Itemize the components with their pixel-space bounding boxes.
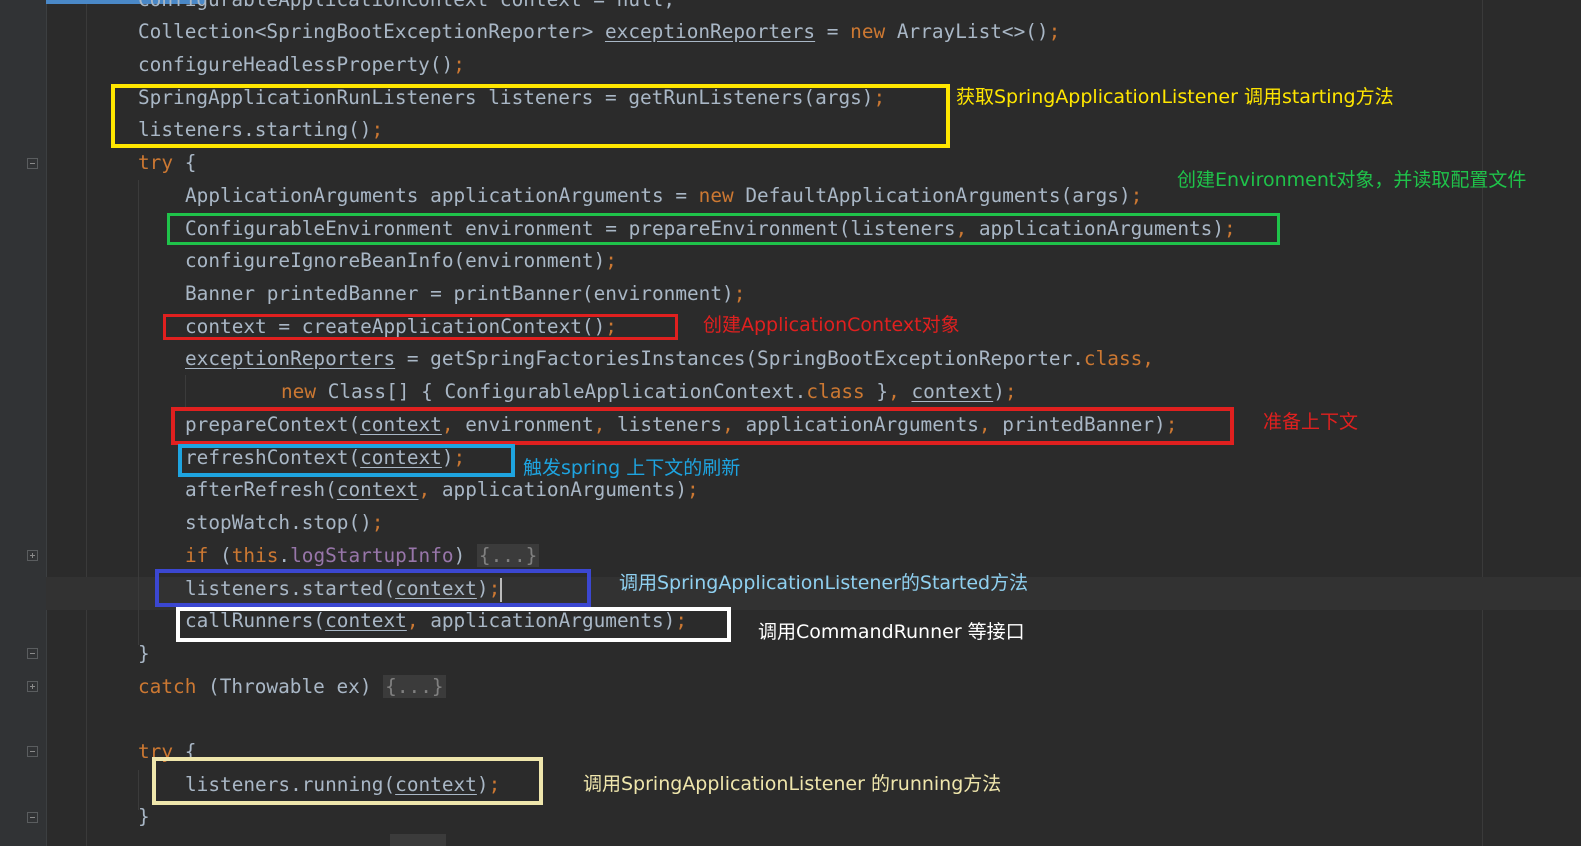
code-token: } (138, 642, 150, 665)
indent-guide (185, 375, 186, 408)
annotation-note: 触发spring 上下文的刷新 (523, 457, 741, 479)
code-line: catch (Throwable ex) {...} (138, 670, 446, 703)
code-token: ) (453, 544, 477, 567)
code-token: ; (1004, 380, 1017, 403)
annotation-note: 获取SpringApplicationListener 调用starting方法 (956, 86, 1394, 108)
code-token: ArrayList<>() (885, 20, 1049, 43)
annotation-note: 准备上下文 (1263, 411, 1359, 433)
code-token: this (231, 544, 279, 567)
code-token: ) (993, 380, 1005, 403)
gutter-divider (86, 0, 87, 846)
code-line: stopWatch.stop(); (185, 506, 383, 539)
code-line-partial: ConfigurableApplicationContext context =… (138, 0, 675, 16)
code-token: ; (453, 53, 465, 76)
annotation-box-red (163, 314, 678, 340)
code-token: {...} (476, 544, 540, 567)
code-token: Class[] { ConfigurableApplicationContext… (316, 380, 807, 403)
code-token: try (138, 151, 174, 174)
code-token: = getSpringFactoriesInstances(SpringBoot… (395, 347, 1084, 370)
annotation-note: 调用CommandRunner 等接口 (758, 621, 1025, 643)
indent-guide (138, 180, 139, 645)
code-token: configureIgnoreBeanInfo(environment) (185, 249, 606, 272)
code-token: ; (371, 511, 384, 534)
fold-collapse-icon[interactable] (27, 812, 38, 823)
fold-expand-icon[interactable] (27, 681, 38, 692)
code-token: context (911, 380, 994, 403)
code-token: configureHeadlessProperty() (138, 53, 454, 76)
code-line: ApplicationArguments applicationArgument… (185, 179, 1142, 212)
code-token: new (850, 20, 886, 43)
code-token: new (698, 184, 734, 207)
code-token: context (336, 478, 419, 501)
right-margin-guide (1482, 0, 1483, 846)
fold-collapse-icon[interactable] (27, 746, 38, 757)
code-token: {...} (383, 675, 446, 698)
code-token: afterRefresh( (185, 478, 337, 501)
code-token: if (185, 544, 209, 567)
code-token: , (888, 380, 912, 403)
code-token: ; (687, 478, 699, 501)
scroll-position-marker (390, 834, 446, 846)
code-line: Collection<SpringBootExceptionReporter> … (138, 15, 1060, 48)
fold-collapse-icon[interactable] (27, 158, 38, 169)
code-token: { (173, 151, 197, 174)
code-token: Collection<SpringBootExceptionReporter> (138, 20, 605, 43)
annotation-box-white (176, 607, 731, 642)
code-token: . (278, 544, 291, 567)
code-token: ; (1130, 184, 1143, 207)
annotation-box-beige (152, 757, 543, 805)
code-line: configureHeadlessProperty(); (138, 48, 465, 81)
code-token: = (815, 20, 851, 43)
code-token: new (281, 380, 317, 403)
code-token: logStartupInfo (290, 544, 454, 567)
code-token: applicationArguments) (441, 478, 688, 501)
annotation-box-yellow (111, 84, 950, 148)
code-token: ; (733, 282, 746, 305)
code-token: exceptionReporters (604, 20, 816, 43)
editor-gutter (0, 0, 47, 846)
code-token: , (418, 478, 442, 501)
code-token: Banner printedBanner = printBanner(envir… (185, 282, 734, 305)
code-token: class (806, 380, 865, 403)
code-token: exceptionReporters (185, 347, 396, 370)
code-line: } (138, 637, 150, 670)
code-token: stopWatch.stop() (185, 511, 372, 534)
annotation-note: 创建Environment对象，并读取配置文件 (1177, 169, 1527, 191)
code-line: new Class[] { ConfigurableApplicationCon… (281, 375, 1017, 408)
annotation-box-green (167, 213, 1280, 245)
code-line: Banner printedBanner = printBanner(envir… (185, 277, 745, 310)
code-token: DefaultApplicationArguments(args) (733, 184, 1131, 207)
code-token: , (1142, 347, 1154, 370)
code-line: try { (138, 146, 196, 179)
code-token: ( (208, 544, 232, 567)
code-token: } (138, 805, 150, 828)
fold-collapse-icon[interactable] (27, 648, 38, 659)
annotation-box-cyan (178, 444, 515, 477)
code-token: ApplicationArguments applicationArgument… (185, 184, 699, 207)
code-token: catch (138, 675, 197, 698)
annotation-note: 调用SpringApplicationListener的Started方法 (619, 572, 1029, 594)
annotation-note: 创建ApplicationContext对象 (703, 314, 960, 336)
code-token: ; (1048, 20, 1061, 43)
annotation-box-red (171, 407, 1234, 445)
code-token: ; (605, 249, 617, 272)
code-line: } (138, 800, 150, 833)
code-line: if (this.logStartupInfo) {...} (185, 539, 540, 572)
code-line: exceptionReporters = getSpringFactoriesI… (185, 342, 1154, 375)
code-token: (Throwable ex) (196, 675, 384, 698)
annotation-note: 调用SpringApplicationListener 的running方法 (583, 773, 1002, 795)
annotation-box-blue (155, 569, 591, 607)
code-token: } (864, 380, 889, 403)
code-token: class (1083, 347, 1143, 370)
code-line: configureIgnoreBeanInfo(environment); (185, 244, 617, 277)
fold-expand-icon[interactable] (27, 550, 38, 561)
